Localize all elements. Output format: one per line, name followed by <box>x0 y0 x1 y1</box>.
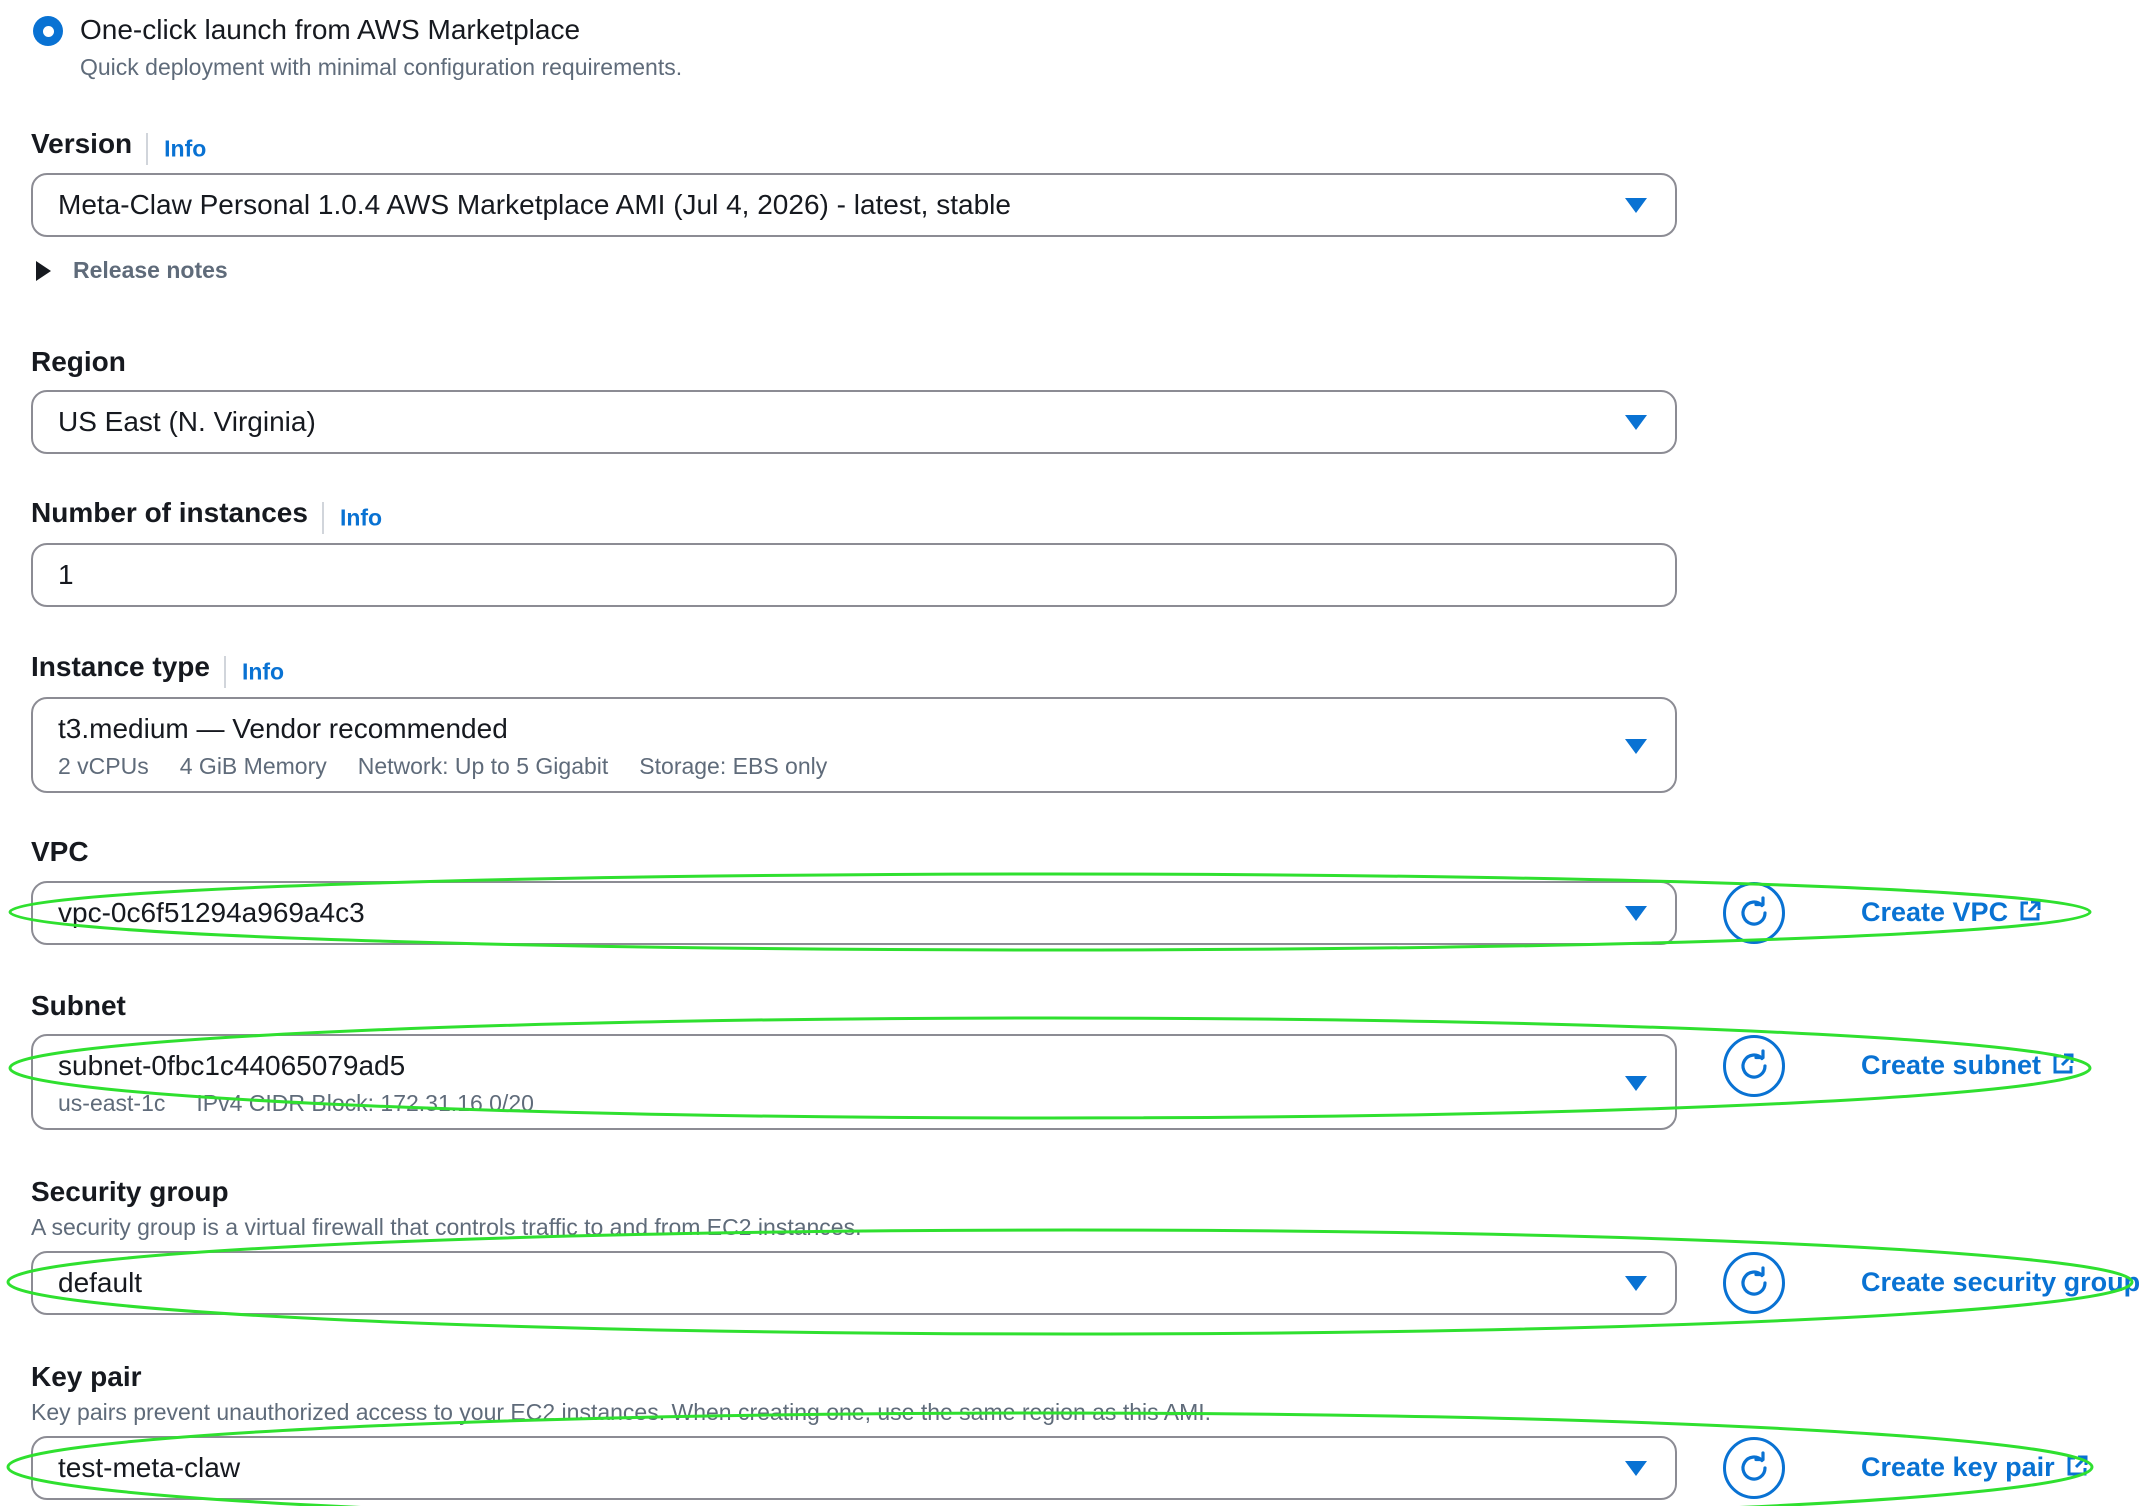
create-vpc-link[interactable]: Create VPC <box>1861 897 2042 928</box>
version-value: Meta-Claw Personal 1.0.4 AWS Marketplace… <box>58 189 1011 220</box>
region-select[interactable]: US East (N. Virginia) <box>31 390 1677 454</box>
external-link-icon <box>2053 1053 2074 1074</box>
subnet-details: us-east-1c IPv4 CIDR Block: 172.31.16.0/2… <box>58 1090 565 1117</box>
chevron-down-icon <box>1625 906 1647 921</box>
create-vpc-label: Create VPC <box>1861 897 2009 927</box>
external-link-icon <box>2067 1455 2088 1476</box>
launch-option-radio[interactable] <box>33 16 63 46</box>
memory-text: 4 GiB Memory <box>179 753 327 779</box>
key-pair-value: test-meta-claw <box>58 1452 241 1483</box>
chevron-down-icon <box>1625 1461 1647 1476</box>
instances-input[interactable]: 1 <box>31 543 1677 607</box>
security-group-label: Security group <box>31 1176 229 1207</box>
network-text: Network: Up to 5 Gigabit <box>357 753 609 779</box>
subnet-refresh-button[interactable] <box>1723 1035 1785 1097</box>
vpc-select[interactable]: vpc-0c6f51294a969a4c3 <box>31 881 1677 945</box>
region-value: US East (N. Virginia) <box>58 406 316 437</box>
create-security-group-link[interactable]: Create security group <box>1861 1267 2140 1298</box>
key-pair-select[interactable]: test-meta-claw <box>31 1436 1677 1500</box>
security-group-refresh-button[interactable] <box>1723 1252 1785 1314</box>
release-notes-label: Release notes <box>73 257 228 283</box>
version-info-link[interactable]: Info <box>164 135 206 161</box>
chevron-down-icon <box>1625 415 1647 430</box>
create-key-pair-link[interactable]: Create key pair <box>1861 1452 2089 1483</box>
instance-type-label: Instance type <box>31 651 210 682</box>
launch-option-label: One-click launch from AWS Marketplace <box>80 14 581 45</box>
vpc-label: VPC <box>31 836 89 867</box>
vpc-refresh-button[interactable] <box>1723 882 1785 944</box>
key-pair-description: Key pairs prevent unauthorized access to… <box>31 1399 1212 1425</box>
chevron-down-icon <box>1625 1076 1647 1091</box>
storage-text: Storage: EBS only <box>639 753 828 779</box>
divider <box>321 501 324 534</box>
key-pair-refresh-button[interactable] <box>1723 1437 1785 1499</box>
instances-info-link[interactable]: Info <box>340 504 382 530</box>
refresh-icon <box>1741 896 1767 926</box>
release-notes-toggle[interactable]: Release notes <box>36 257 228 284</box>
chevron-down-icon <box>1625 1276 1647 1291</box>
subnet-cidr-text: IPv4 CIDR Block: 172.31.16.0/20 <box>196 1090 534 1116</box>
region-label: Region <box>31 346 126 377</box>
subnet-value: subnet-0fbc1c44065079ad5 <box>58 1050 406 1081</box>
chevron-down-icon <box>1625 739 1647 754</box>
divider <box>146 132 149 165</box>
instance-type-label-row: Instance type Info <box>31 651 284 688</box>
security-group-value: default <box>58 1267 143 1298</box>
instance-type-info-link[interactable]: Info <box>242 658 284 684</box>
instances-label: Number of instances <box>31 497 308 528</box>
create-subnet-label: Create subnet <box>1861 1050 2042 1080</box>
instance-type-select[interactable]: t3.medium — Vendor recommended 2 vCPUs 4 … <box>31 697 1677 793</box>
instance-type-value: t3.medium — Vendor recommended <box>58 713 508 744</box>
launch-option-description: Quick deployment with minimal configurat… <box>80 54 683 80</box>
version-label: Version <box>31 128 133 159</box>
subnet-select[interactable]: subnet-0fbc1c44065079ad5 us-east-1c IPv4 … <box>31 1034 1677 1130</box>
vpc-value: vpc-0c6f51294a969a4c3 <box>58 897 365 928</box>
refresh-icon <box>1741 1451 1767 1481</box>
chevron-down-icon <box>1625 198 1647 213</box>
vcpus-text: 2 vCPUs <box>58 753 149 779</box>
key-pair-label: Key pair <box>31 1361 142 1392</box>
security-group-select[interactable]: default <box>31 1251 1677 1315</box>
instances-label-row: Number of instances Info <box>31 497 382 534</box>
refresh-icon <box>1741 1266 1767 1296</box>
instances-value: 1 <box>58 559 74 590</box>
divider <box>223 655 226 688</box>
create-security-group-label: Create security group <box>1861 1267 2141 1297</box>
external-link-icon <box>2020 900 2041 921</box>
security-group-description: A security group is a virtual firewall t… <box>31 1214 862 1240</box>
version-label-row: Version Info <box>31 128 206 165</box>
subnet-label: Subnet <box>31 990 126 1021</box>
create-key-pair-label: Create key pair <box>1861 1452 2055 1482</box>
instance-type-details: 2 vCPUs 4 GiB Memory Network: Up to 5 Giga… <box>58 753 858 780</box>
refresh-icon <box>1741 1049 1767 1079</box>
radio-dot <box>42 25 54 37</box>
subnet-zone-text: us-east-1c <box>58 1090 166 1116</box>
caret-right-icon <box>36 260 51 281</box>
create-subnet-link[interactable]: Create subnet <box>1861 1050 2075 1081</box>
version-select[interactable]: Meta-Claw Personal 1.0.4 AWS Marketplace… <box>31 173 1677 237</box>
